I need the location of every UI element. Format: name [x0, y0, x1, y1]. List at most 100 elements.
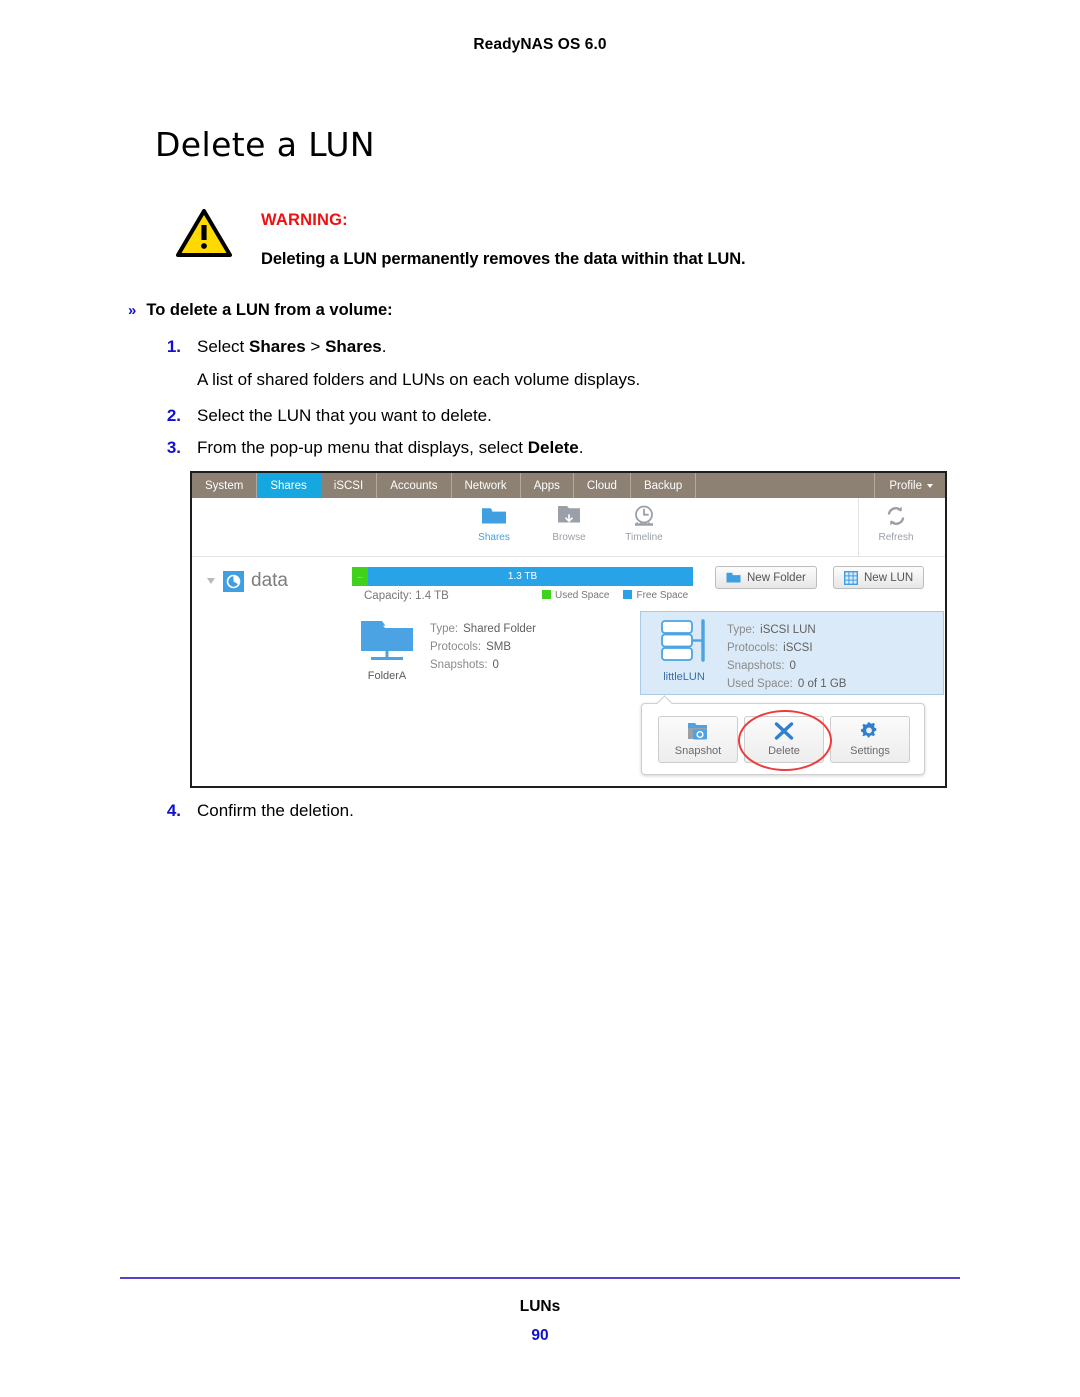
legend-swatch-used — [542, 590, 551, 599]
folder-icon — [457, 504, 531, 530]
property-protocols: Protocols: iSCSI — [727, 642, 813, 654]
chevron-down-icon[interactable] — [207, 578, 215, 584]
new-lun-button-label: New LUN — [864, 571, 914, 584]
snapshot-button-label: Snapshot — [674, 745, 722, 757]
share-card-foldera-properties: Type: Shared Folder Protocols: SMB Snapsho… — [430, 620, 589, 674]
lun-stack-icon — [653, 618, 715, 671]
footer-divider — [120, 1277, 960, 1279]
step-1-text: Select Shares > Shares. — [197, 337, 387, 356]
legend-swatch-free — [623, 590, 633, 599]
share-card-littlelun[interactable]: littleLUN Type: iSCSI LUN Protocols: iSCSI… — [640, 611, 944, 695]
procedure-heading-label: To delete a LUN from a volume: — [146, 301, 393, 319]
chevron-down-icon — [927, 483, 933, 488]
settings-button[interactable]: Settings — [830, 716, 910, 763]
property-protocols: Protocols: SMB — [430, 641, 512, 653]
volume-header[interactable]: data — [207, 570, 288, 592]
footer-section-title: LUNs — [519, 1298, 561, 1315]
new-folder-button-label: New Folder — [747, 571, 806, 584]
step-3: 3. From the pop-up menu that displays, s… — [155, 438, 584, 458]
step-3-number: 3. — [166, 438, 181, 457]
procedure-heading: » To delete a LUN from a volume: — [128, 301, 393, 320]
snapshot-button[interactable]: Snapshot — [658, 716, 738, 763]
property-snapshots: Snapshots: 0 — [430, 659, 499, 671]
nav-tab-iscsi[interactable]: iSCSI — [321, 473, 378, 498]
step-3-text: From the pop-up menu that displays, sele… — [197, 438, 584, 457]
nav-tab-cloud[interactable]: Cloud — [574, 473, 631, 498]
toolbar-item-refresh-label: Refresh — [878, 532, 914, 543]
capacity-bar: ... 1.3 TB — [352, 567, 693, 586]
footer-page-number: 90 — [531, 1327, 549, 1344]
capacity-label: Capacity: 1.4 TB — [364, 590, 449, 602]
lun-grid-icon — [844, 570, 858, 585]
delete-button[interactable]: Delete — [744, 716, 824, 763]
running-head: ReadyNAS OS 6.0 — [473, 36, 607, 53]
page-title: Delete a LUN — [155, 125, 376, 164]
step-3-bold-delete: Delete — [527, 438, 579, 457]
snapshot-camera-icon — [659, 717, 737, 745]
property-snapshots: Snapshots: 0 — [727, 660, 796, 672]
chevron-bullet-icon: » — [128, 302, 137, 319]
nav-tab-system[interactable]: System — [192, 473, 258, 498]
profile-menu-label: Profile — [889, 479, 922, 492]
toolbar-item-timeline-label: Timeline — [625, 532, 663, 543]
nav-tab-accounts[interactable]: Accounts — [377, 473, 452, 498]
nav-tab-network[interactable]: Network — [452, 473, 521, 498]
readynas-admin-screenshot: System Shares iSCSI Accounts Network App… — [190, 471, 947, 788]
toolbar-item-timeline[interactable]: Timeline — [607, 504, 681, 543]
main-navigation-bar: System Shares iSCSI Accounts Network App… — [192, 473, 945, 498]
step-2: 2. Select the LUN that you want to delet… — [155, 406, 492, 426]
shares-card-list: FolderA Type: Shared Folder Protocols: SMB… — [192, 609, 945, 775]
share-card-foldera-name: FolderA — [367, 670, 407, 682]
shared-folder-icon — [356, 617, 418, 670]
step-1: 1. Select Shares > Shares. — [155, 337, 387, 357]
x-delete-icon — [745, 717, 823, 745]
new-folder-button[interactable]: New Folder — [715, 566, 817, 589]
volume-pie-icon — [223, 570, 244, 592]
step-1-number: 1. — [166, 337, 181, 356]
step-4-text: Confirm the deletion. — [197, 801, 354, 820]
toolbar-item-browse[interactable]: Browse — [532, 504, 606, 543]
nav-tab-apps[interactable]: Apps — [521, 473, 574, 498]
legend-free-space: Free Space — [623, 590, 688, 601]
share-card-foldera[interactable]: FolderA Type: Shared Folder Protocols: SMB… — [344, 611, 614, 695]
gear-icon — [831, 717, 909, 745]
share-card-littlelun-name: littleLUN — [663, 671, 705, 683]
toolbar-item-shares-label: Shares — [478, 532, 510, 543]
warning-label: WARNING: — [261, 211, 348, 229]
toolbar-item-refresh[interactable]: Refresh — [859, 504, 933, 543]
popup-arrow — [656, 695, 672, 704]
toolbar-item-browse-label: Browse — [552, 532, 586, 543]
settings-button-label: Settings — [850, 745, 890, 757]
step-1-result-text: A list of shared folders and LUNs on eac… — [197, 370, 641, 389]
property-type: Type: Shared Folder — [430, 623, 537, 635]
capacity-legend: Used Space Free Space — [542, 590, 688, 601]
step-1-bold-shares-menu: Shares — [248, 337, 306, 356]
new-lun-button[interactable]: New LUN — [833, 566, 925, 589]
step-4-number: 4. — [166, 801, 181, 820]
step-2-text: Select the LUN that you want to delete. — [197, 406, 492, 425]
clock-icon — [607, 504, 681, 530]
refresh-icon — [859, 504, 933, 530]
step-4: 4. Confirm the deletion. — [155, 801, 354, 821]
folder-icon — [726, 571, 741, 584]
volume-row: data ... 1.3 TB Capacity: 1.4 TB Used Sp… — [192, 557, 945, 609]
property-used-space: Used Space: 0 of 1 GB — [727, 678, 847, 690]
profile-menu[interactable]: Profile — [875, 473, 945, 498]
warning-text: Deleting a LUN permanently removes the d… — [261, 250, 746, 268]
share-card-littlelun-properties: Type: iSCSI LUN Protocols: iSCSI Snapshots… — [727, 621, 894, 693]
step-1-bold-shares-item: Shares — [325, 337, 382, 356]
nav-spacer — [696, 473, 876, 498]
lun-context-popup-menu: Snapshot Delete Settings — [641, 703, 925, 775]
nav-tab-shares[interactable]: Shares — [257, 473, 321, 498]
capacity-bar-free-label: 1.3 TB — [507, 571, 538, 582]
shares-toolbar: Shares Browse Timeline Refresh — [192, 498, 945, 557]
legend-used-space: Used Space — [542, 590, 609, 601]
toolbar-item-shares[interactable]: Shares — [457, 504, 531, 543]
volume-name-label: data — [251, 570, 288, 591]
step-2-number: 2. — [166, 406, 181, 425]
nav-tab-backup[interactable]: Backup — [631, 473, 697, 498]
property-type: Type: iSCSI LUN — [727, 624, 816, 636]
capacity-bar-used-segment: ... — [352, 567, 368, 586]
warning-triangle-icon — [175, 208, 233, 258]
folder-download-icon — [532, 504, 606, 530]
